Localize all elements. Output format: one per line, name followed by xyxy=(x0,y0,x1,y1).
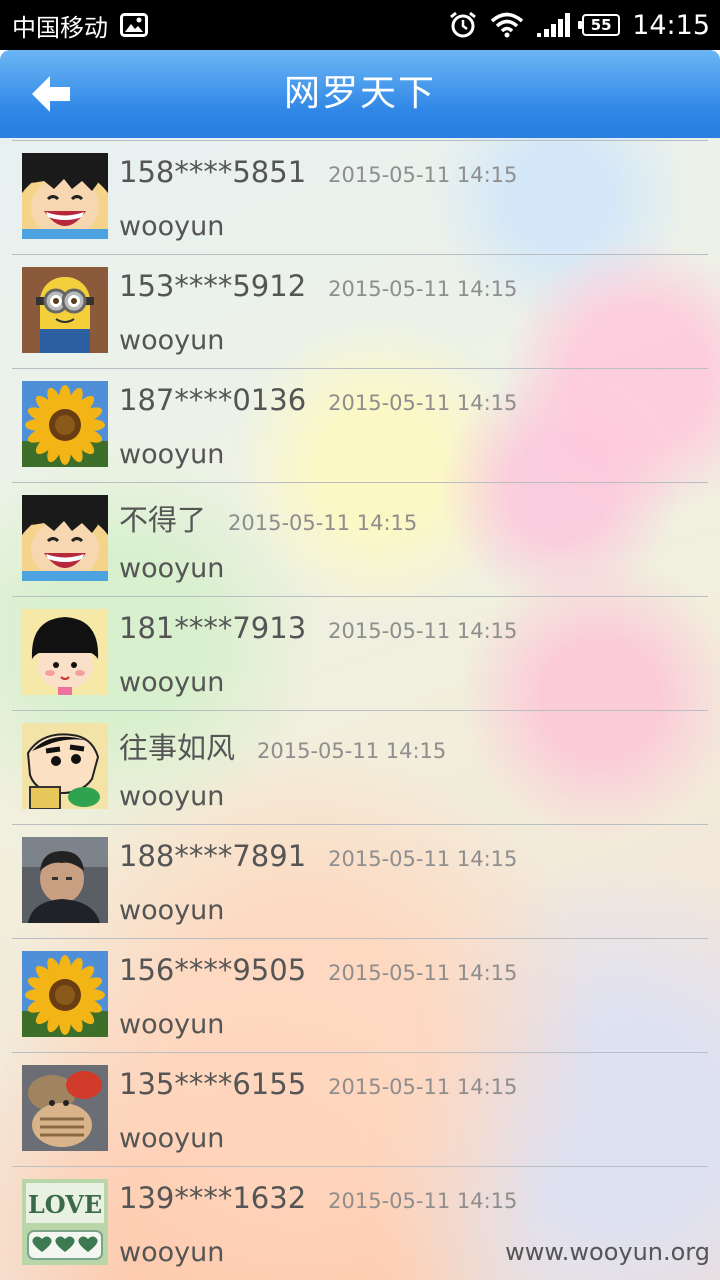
avatar xyxy=(22,609,108,695)
name-line: 不得了 2015-05-11 14:15 xyxy=(119,497,417,539)
timestamp: 2015-05-11 14:15 xyxy=(328,847,518,871)
message-text: wooyun xyxy=(119,553,225,584)
carrier-name: 中国移动 xyxy=(12,13,108,42)
name-line: 158****5851 2015-05-11 14:15 xyxy=(119,155,517,189)
message-text: wooyun xyxy=(119,325,225,356)
contact-name: 156****9505 xyxy=(119,953,307,987)
contact-name: 135****6155 xyxy=(119,1067,307,1101)
list-item[interactable]: 不得了 2015-05-11 14:15 wooyun xyxy=(12,482,708,596)
avatar xyxy=(22,495,108,581)
svg-text:LOVE: LOVE xyxy=(28,1190,102,1219)
list-item[interactable]: 187****0136 2015-05-11 14:15 wooyun xyxy=(12,368,708,482)
clock: 14:15 xyxy=(632,9,710,41)
timestamp: 2015-05-11 14:15 xyxy=(328,163,518,187)
contact-name: 158****5851 xyxy=(119,155,307,189)
list-item[interactable]: 156****9505 2015-05-11 14:15 wooyun xyxy=(12,938,708,1052)
name-line: 188****7891 2015-05-11 14:15 xyxy=(119,839,517,873)
avatar xyxy=(22,1065,108,1151)
name-line: 187****0136 2015-05-11 14:15 xyxy=(119,383,517,417)
list-item[interactable]: 153****5912 2015-05-11 14:15 wooyun xyxy=(12,254,708,368)
title-bar: 网罗天下 xyxy=(0,50,720,138)
avatar xyxy=(22,267,108,353)
name-line: 153****5912 2015-05-11 14:15 xyxy=(119,269,517,303)
message-text: wooyun xyxy=(119,781,225,812)
contact-name: 153****5912 xyxy=(119,269,307,303)
contact-name: 181****7913 xyxy=(119,611,307,645)
timestamp: 2015-05-11 14:15 xyxy=(328,619,518,643)
contact-name: 往事如风 xyxy=(119,731,236,765)
timestamp: 2015-05-11 14:15 xyxy=(257,739,447,763)
wifi-icon xyxy=(490,12,524,38)
avatar xyxy=(22,837,108,923)
message-text: wooyun xyxy=(119,1237,225,1268)
message-text: wooyun xyxy=(119,895,225,926)
timestamp: 2015-05-11 14:15 xyxy=(328,1075,518,1099)
name-line: 156****9505 2015-05-11 14:15 xyxy=(119,953,517,987)
contact-list-area: 158****5851 2015-05-11 14:15 wooyun 153***… xyxy=(0,138,720,1280)
timestamp: 2015-05-11 14:15 xyxy=(328,1189,518,1213)
message-text: wooyun xyxy=(119,1123,225,1154)
contact-name: 187****0136 xyxy=(119,383,307,417)
contact-list: 158****5851 2015-05-11 14:15 wooyun 153***… xyxy=(12,140,708,1280)
contact-name: 188****7891 xyxy=(119,839,307,873)
image-icon xyxy=(120,13,148,37)
message-text: wooyun xyxy=(119,211,225,242)
timestamp: 2015-05-11 14:15 xyxy=(228,511,418,535)
watermark: www.wooyun.org xyxy=(505,1238,710,1266)
list-item[interactable]: 158****5851 2015-05-11 14:15 wooyun xyxy=(12,140,708,254)
avatar: LOVE xyxy=(22,1179,108,1265)
timestamp: 2015-05-11 14:15 xyxy=(328,277,518,301)
timestamp: 2015-05-11 14:15 xyxy=(328,961,518,985)
message-text: wooyun xyxy=(119,667,225,698)
name-line: 往事如风 2015-05-11 14:15 xyxy=(119,725,446,767)
avatar xyxy=(22,153,108,239)
name-line: 135****6155 2015-05-11 14:15 xyxy=(119,1067,517,1101)
list-item[interactable]: 135****6155 2015-05-11 14:15 wooyun xyxy=(12,1052,708,1166)
contact-name: 139****1632 xyxy=(119,1181,307,1215)
avatar xyxy=(22,951,108,1037)
battery-icon: 55 xyxy=(578,14,621,36)
avatar xyxy=(22,381,108,467)
list-item[interactable]: 往事如风 2015-05-11 14:15 wooyun xyxy=(12,710,708,824)
list-item[interactable]: 181****7913 2015-05-11 14:15 wooyun xyxy=(12,596,708,710)
status-bar: 中国移动 55 14:15 xyxy=(0,0,720,50)
name-line: 139****1632 2015-05-11 14:15 xyxy=(119,1181,517,1215)
message-text: wooyun xyxy=(119,1009,225,1040)
signal-icon xyxy=(536,12,571,38)
contact-name: 不得了 xyxy=(119,503,207,537)
timestamp: 2015-05-11 14:15 xyxy=(328,391,518,415)
message-text: wooyun xyxy=(119,439,225,470)
avatar xyxy=(22,723,108,809)
list-item[interactable]: 188****7891 2015-05-11 14:15 wooyun xyxy=(12,824,708,938)
page-title: 网罗天下 xyxy=(283,73,436,114)
name-line: 181****7913 2015-05-11 14:15 xyxy=(119,611,517,645)
alarm-icon xyxy=(448,10,478,40)
